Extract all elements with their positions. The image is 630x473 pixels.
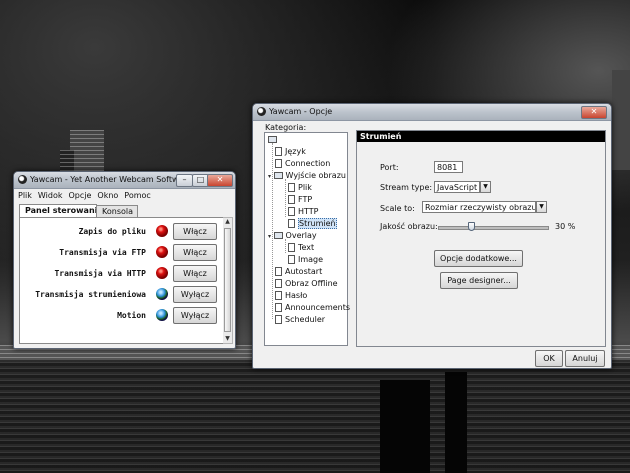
row-label-http: Transmisja via HTTP	[54, 269, 146, 278]
file-icon	[288, 255, 295, 264]
file-icon	[275, 291, 282, 300]
quality-slider-thumb[interactable]	[467, 222, 475, 231]
pier-pillar	[380, 380, 430, 473]
pier-pillar	[445, 372, 467, 473]
tree-item-announcements[interactable]: Announcements	[275, 303, 350, 313]
folder-icon	[274, 232, 283, 239]
more-options-button[interactable]: Opcje dodatkowe...	[434, 250, 523, 267]
category-label: Kategoria:	[265, 123, 307, 132]
ftp-toggle-button[interactable]: Włącz	[173, 244, 217, 261]
file-icon	[275, 315, 282, 324]
tree-item-image[interactable]: Image	[288, 255, 323, 265]
yawcam-app-icon	[18, 175, 27, 184]
file-icon	[288, 195, 295, 204]
file-icon	[288, 243, 295, 252]
menu-bar: Plik Widok Opcje Okno Pomoc	[14, 189, 235, 202]
expand-toggle-icon: ▾	[268, 173, 272, 180]
tree-item-jezyk[interactable]: Język	[275, 147, 306, 157]
menu-pomoc[interactable]: Pomoc	[124, 189, 151, 202]
file-icon	[275, 267, 282, 276]
cancel-button[interactable]: Anuluj	[565, 350, 605, 367]
motion-toggle-button[interactable]: Wyłącz	[173, 307, 217, 324]
row-label-motion: Motion	[117, 311, 146, 320]
tree-item-obraz-offline[interactable]: Obraz Offline	[275, 279, 338, 289]
globe-icon	[156, 309, 168, 321]
http-toggle-button[interactable]: Włącz	[173, 265, 217, 282]
port-label: Port:	[380, 163, 399, 172]
tree-item-text[interactable]: Text	[288, 243, 314, 253]
port-input[interactable]: 8081	[434, 161, 463, 173]
tree-item-wyjscie-obrazu[interactable]: ▾ Wyjście obrazu	[268, 171, 346, 182]
menu-plik[interactable]: Plik	[18, 189, 32, 202]
scrollbar-thumb[interactable]	[224, 228, 231, 332]
file-icon	[275, 279, 282, 288]
tree-item-plik[interactable]: Plik	[288, 183, 312, 193]
scale-select[interactable]: Rozmiar rzeczywisty obrazu	[422, 201, 536, 213]
globe-icon	[156, 288, 168, 300]
tree-item-ftp[interactable]: FTP	[288, 195, 312, 205]
close-button[interactable]: ✕	[207, 174, 233, 187]
minimize-button[interactable]: –	[176, 174, 193, 187]
tree-item-overlay[interactable]: ▾ Overlay	[268, 231, 317, 242]
folder-icon	[274, 172, 283, 179]
tree-item-haslo[interactable]: Hasło	[275, 291, 307, 301]
menu-opcje[interactable]: Opcje	[68, 189, 91, 202]
scale-label: Scale to:	[380, 204, 415, 213]
status-red-icon	[156, 225, 168, 237]
yawcam-main-window: Yawcam - Yet Another Webcam Software – □…	[13, 171, 236, 349]
yawcam-app-icon	[257, 107, 266, 116]
quality-value: 30 %	[555, 222, 576, 231]
tree-item-autostart[interactable]: Autostart	[275, 267, 322, 277]
tab-panel-sterowania[interactable]: Panel sterowania	[19, 204, 103, 218]
quality-slider[interactable]	[438, 226, 549, 230]
expand-toggle-icon: ▾	[268, 233, 272, 240]
window-title: Yawcam - Yet Another Webcam Software	[30, 175, 192, 184]
tree-item-connection[interactable]: Connection	[275, 159, 330, 169]
file-icon	[275, 147, 282, 156]
scroll-down-icon[interactable]: ▼	[224, 335, 231, 343]
row-label-streaming: Transmisja strumieniowa	[35, 290, 146, 299]
scroll-up-icon[interactable]: ▲	[224, 218, 231, 226]
options-window: Yawcam - Opcje ✕ Kategoria: Język Connec…	[252, 103, 612, 369]
file-icon	[275, 303, 282, 312]
close-button[interactable]: ✕	[581, 106, 607, 119]
row-label-ftp: Transmisja via FTP	[59, 248, 146, 257]
chevron-down-icon[interactable]: ▼	[480, 181, 491, 193]
title-bar[interactable]: Yawcam - Opcje ✕	[253, 104, 611, 121]
title-bar[interactable]: Yawcam - Yet Another Webcam Software – □…	[14, 172, 235, 189]
quality-label: Jakość obrazu:	[380, 222, 438, 231]
window-title: Yawcam - Opcje	[269, 107, 333, 116]
file-icon	[288, 183, 295, 192]
tree-item-strumien[interactable]: Strumień	[288, 218, 337, 229]
menu-okno[interactable]: Okno	[97, 189, 118, 202]
category-tree: Język Connection ▾ Wyjście obrazu Plik F…	[264, 132, 350, 346]
bridge-tower	[612, 70, 630, 170]
tree-item-scheduler[interactable]: Scheduler	[275, 315, 325, 325]
file-icon	[288, 219, 295, 228]
file-icon	[288, 207, 295, 216]
ok-button[interactable]: OK	[535, 350, 563, 367]
chevron-down-icon[interactable]: ▼	[536, 201, 547, 213]
vertical-scrollbar[interactable]: ▲ ▼	[223, 217, 233, 344]
status-red-icon	[156, 267, 168, 279]
control-panel: Zapis do pliku Włącz Transmisja via FTP …	[19, 217, 225, 344]
tree-item-http[interactable]: HTTP	[288, 207, 318, 217]
file-icon	[275, 159, 282, 168]
file-save-toggle-button[interactable]: Włącz	[173, 223, 217, 240]
streaming-toggle-button[interactable]: Wyłącz	[173, 286, 217, 303]
menu-widok[interactable]: Widok	[38, 189, 63, 202]
page-designer-button[interactable]: Page designer...	[440, 272, 518, 289]
water-reflection	[0, 360, 630, 473]
status-red-icon	[156, 246, 168, 258]
panel-header: Strumień	[357, 131, 605, 142]
stream-type-select[interactable]: JavaScript	[434, 181, 480, 193]
stream-type-label: Stream type:	[380, 183, 433, 192]
stream-settings-panel: Strumień Port: 8081 Stream type: JavaScr…	[356, 130, 606, 347]
row-label-file-save: Zapis do pliku	[78, 227, 146, 236]
